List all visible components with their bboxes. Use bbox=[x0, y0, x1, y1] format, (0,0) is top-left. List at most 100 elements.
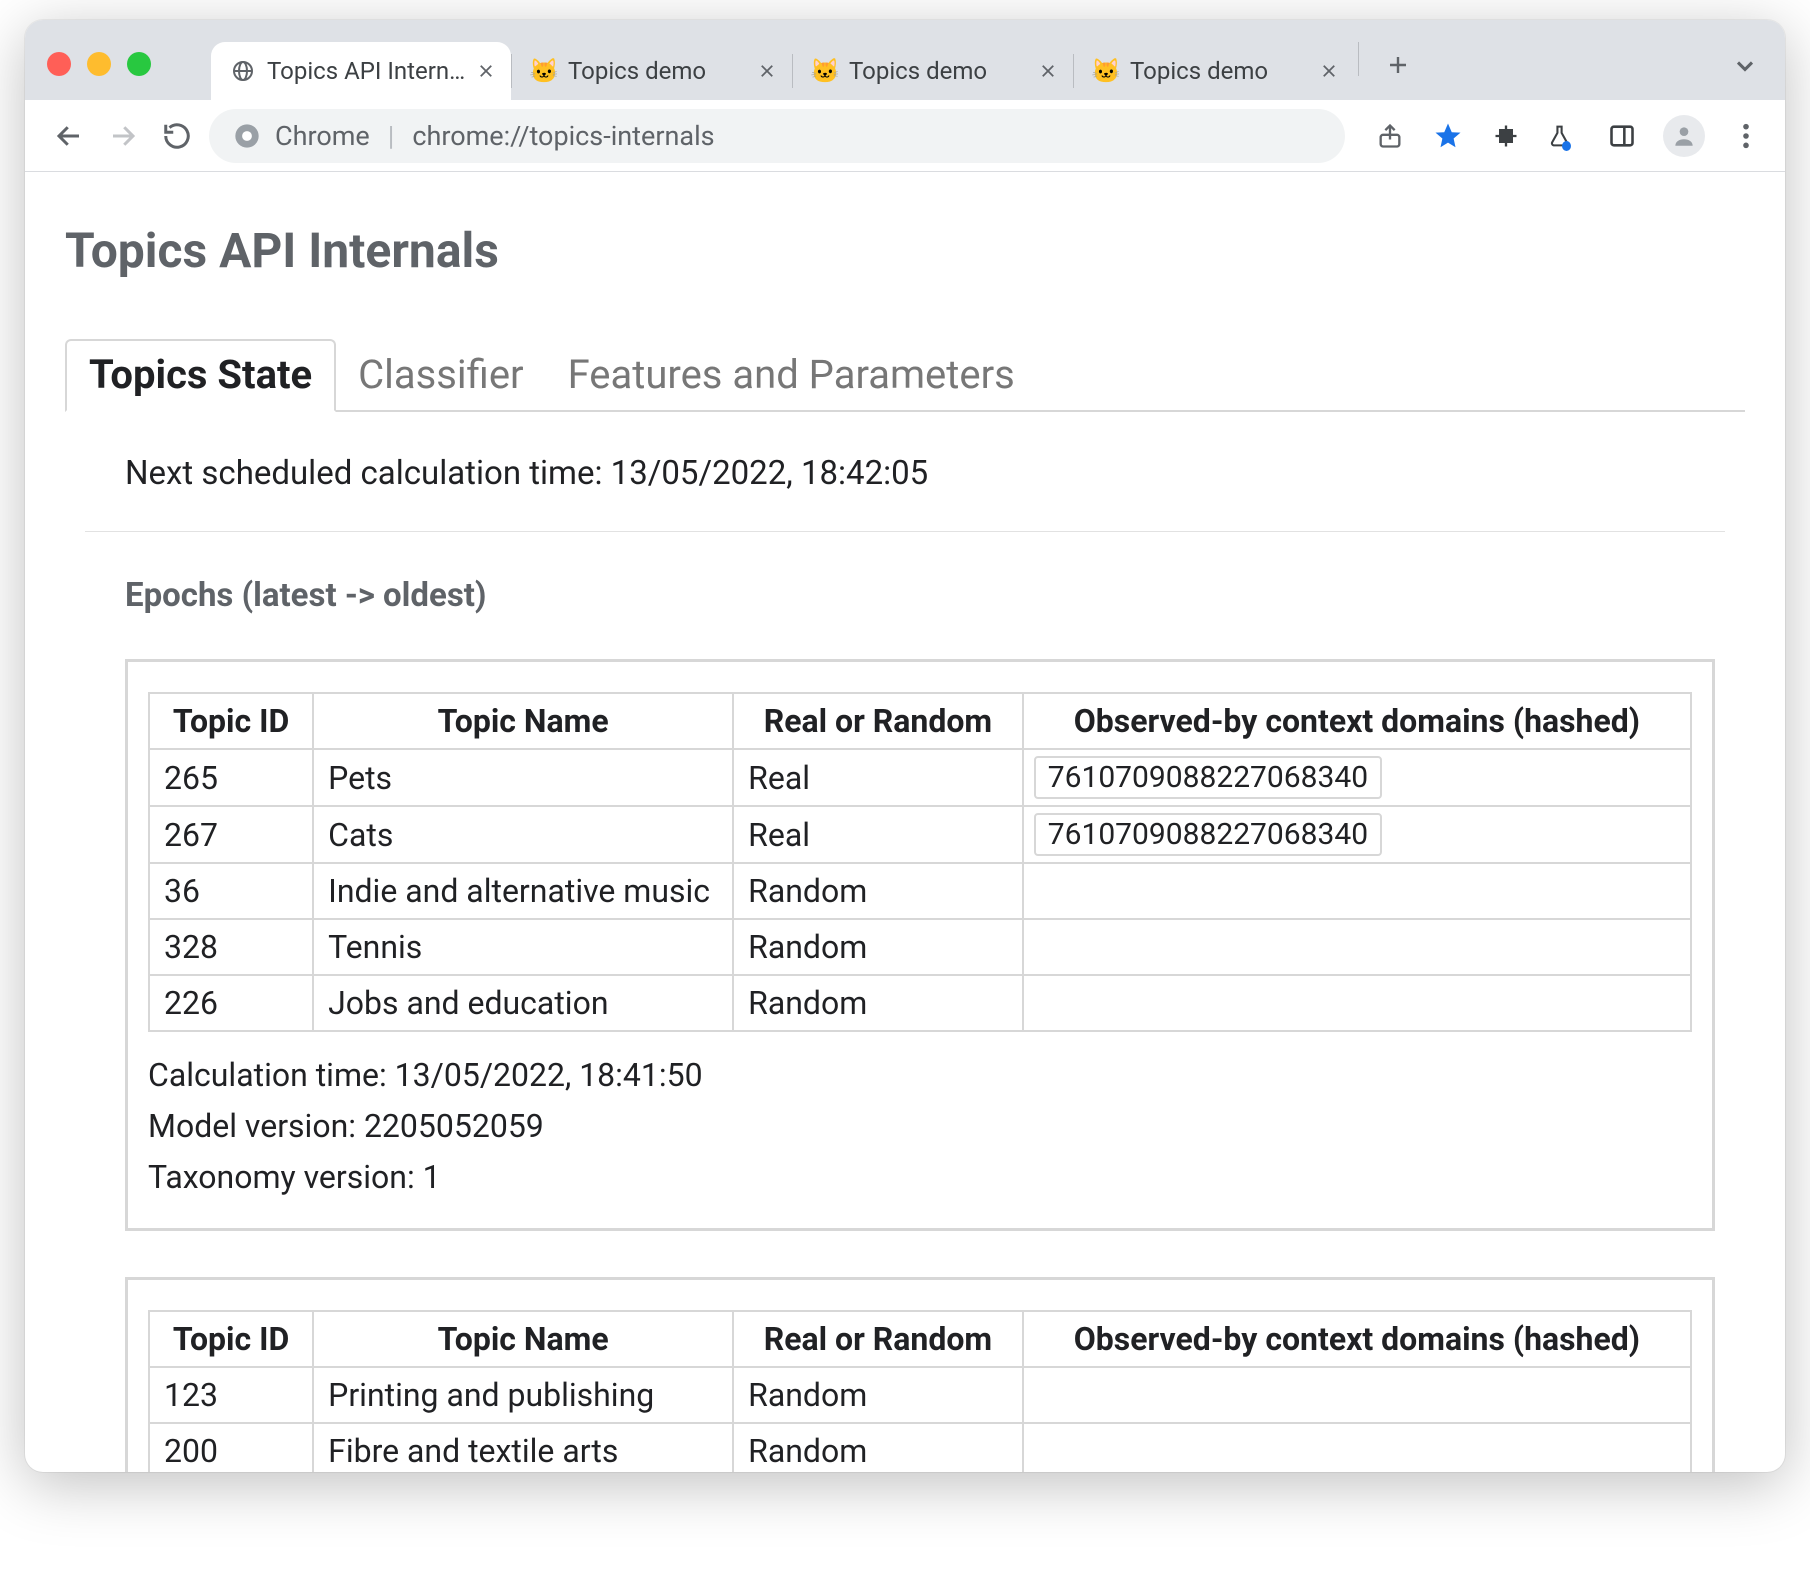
cell-real-or-random: Random bbox=[733, 1423, 1023, 1472]
tab-close-button[interactable] bbox=[1039, 62, 1057, 80]
browser-tab-title: Topics demo bbox=[849, 57, 987, 85]
extensions-button[interactable] bbox=[1489, 119, 1523, 153]
arrow-left-icon bbox=[54, 121, 84, 151]
bookmark-button[interactable] bbox=[1431, 119, 1465, 153]
omnibox-scheme-label: Chrome bbox=[275, 120, 370, 152]
close-icon bbox=[1320, 62, 1338, 80]
close-icon bbox=[477, 62, 495, 80]
person-icon bbox=[1671, 123, 1697, 149]
labs-button[interactable] bbox=[1547, 119, 1581, 153]
tab-close-button[interactable] bbox=[758, 62, 776, 80]
cell-observed-hash bbox=[1023, 919, 1691, 975]
cell-observed-hash bbox=[1023, 1367, 1691, 1423]
table-header: Topic ID bbox=[149, 693, 313, 749]
close-icon bbox=[1039, 62, 1057, 80]
epoch-meta: Calculation time: 13/05/2022, 18:41:50Mo… bbox=[148, 1050, 1692, 1204]
forward-button[interactable] bbox=[101, 114, 145, 158]
cell-real-or-random: Random bbox=[733, 919, 1023, 975]
cell-topic-id: 123 bbox=[149, 1367, 313, 1423]
table-row: 200Fibre and textile artsRandom bbox=[149, 1423, 1691, 1472]
meta-line: Model version: 2205052059 bbox=[148, 1101, 1692, 1152]
profile-button[interactable] bbox=[1663, 115, 1705, 157]
page-title: Topics API Internals bbox=[65, 222, 1745, 279]
cell-topic-id: 267 bbox=[149, 806, 313, 863]
table-header: Real or Random bbox=[733, 693, 1023, 749]
meta-line: Calculation time: 13/05/2022, 18:41:50 bbox=[148, 1050, 1692, 1101]
table-header: Observed-by context domains (hashed) bbox=[1023, 693, 1691, 749]
table-header: Real or Random bbox=[733, 1311, 1023, 1367]
cell-observed-hash bbox=[1023, 975, 1691, 1031]
cell-real-or-random: Random bbox=[733, 863, 1023, 919]
browser-tab[interactable]: 🐱Topics demo bbox=[1074, 42, 1354, 100]
omnibox-url: chrome://topics-internals bbox=[412, 120, 714, 152]
cell-topic-id: 265 bbox=[149, 749, 313, 806]
plus-icon bbox=[1386, 53, 1410, 77]
cell-observed-hash: 7610709088227068340 bbox=[1023, 749, 1691, 806]
close-icon bbox=[758, 62, 776, 80]
window-minimize-icon[interactable] bbox=[87, 52, 111, 76]
omnibox-divider: | bbox=[384, 120, 399, 152]
content-tabs: Topics StateClassifierFeatures and Param… bbox=[65, 339, 1745, 412]
toolbar-actions bbox=[1373, 115, 1763, 157]
hash-value: 7610709088227068340 bbox=[1034, 813, 1382, 856]
tab-close-button[interactable] bbox=[1320, 62, 1338, 80]
next-calc-time: Next scheduled calculation time: 13/05/2… bbox=[125, 454, 1725, 493]
cell-real-or-random: Real bbox=[733, 806, 1023, 863]
cell-topic-name: Jobs and education bbox=[313, 975, 733, 1031]
table-row: 123Printing and publishingRandom bbox=[149, 1367, 1691, 1423]
cat-favicon-icon: 🐱 bbox=[1092, 57, 1120, 85]
browser-tab-title: Topics demo bbox=[568, 57, 706, 85]
cell-topic-name: Pets bbox=[313, 749, 733, 806]
cell-topic-name: Fibre and textile arts bbox=[313, 1423, 733, 1472]
table-row: 328TennisRandom bbox=[149, 919, 1691, 975]
menu-button[interactable] bbox=[1729, 119, 1763, 153]
new-tab-button[interactable] bbox=[1377, 44, 1419, 86]
toolbar: Chrome | chrome://topics-internals bbox=[25, 100, 1785, 172]
table-header: Topic ID bbox=[149, 1311, 313, 1367]
browser-tab[interactable]: Topics API Internals bbox=[211, 42, 511, 100]
omnibox[interactable]: Chrome | chrome://topics-internals bbox=[209, 109, 1345, 163]
content-tab[interactable]: Features and Parameters bbox=[546, 341, 1037, 410]
cell-topic-id: 226 bbox=[149, 975, 313, 1031]
reload-icon bbox=[162, 121, 192, 151]
table-header: Topic Name bbox=[313, 693, 733, 749]
cell-real-or-random: Real bbox=[733, 749, 1023, 806]
content-tab[interactable]: Topics State bbox=[65, 339, 336, 412]
back-button[interactable] bbox=[47, 114, 91, 158]
arrow-right-icon bbox=[108, 121, 138, 151]
chrome-logo-icon bbox=[233, 122, 261, 150]
cat-favicon-icon: 🐱 bbox=[530, 57, 558, 85]
panel-icon bbox=[1608, 122, 1636, 150]
share-button[interactable] bbox=[1373, 119, 1407, 153]
cell-topic-name: Printing and publishing bbox=[313, 1367, 733, 1423]
cell-topic-name: Indie and alternative music bbox=[313, 863, 733, 919]
reload-button[interactable] bbox=[155, 114, 199, 158]
cell-topic-id: 36 bbox=[149, 863, 313, 919]
topics-table: Topic IDTopic NameReal or RandomObserved… bbox=[148, 692, 1692, 1032]
browser-window: Topics API Internals 🐱 Topics demo 🐱 Topics … bbox=[25, 20, 1785, 1472]
epoch-box: Topic IDTopic NameReal or RandomObserved… bbox=[125, 659, 1715, 1231]
cat-favicon-icon: 🐱 bbox=[811, 57, 839, 85]
cell-observed-hash bbox=[1023, 1423, 1691, 1472]
browser-tab[interactable]: 🐱 Topics demo bbox=[793, 42, 1073, 100]
window-zoom-icon[interactable] bbox=[127, 52, 151, 76]
cell-observed-hash: 7610709088227068340 bbox=[1023, 806, 1691, 863]
chevron-down-icon bbox=[1731, 52, 1759, 80]
meta-line: Taxonomy version: 1 bbox=[148, 1152, 1692, 1203]
cell-observed-hash bbox=[1023, 863, 1691, 919]
globe-favicon-icon bbox=[229, 57, 257, 85]
window-close-icon[interactable] bbox=[47, 52, 71, 76]
table-row: 226Jobs and educationRandom bbox=[149, 975, 1691, 1031]
content-tab[interactable]: Classifier bbox=[336, 341, 545, 410]
divider bbox=[85, 531, 1725, 532]
tab-overflow-button[interactable] bbox=[1731, 52, 1759, 80]
side-panel-button[interactable] bbox=[1605, 119, 1639, 153]
browser-tab[interactable]: 🐱 Topics demo bbox=[512, 42, 792, 100]
tab-close-button[interactable] bbox=[477, 62, 495, 80]
topics-table: Topic IDTopic NameReal or RandomObserved… bbox=[148, 1310, 1692, 1472]
tab-strip: Topics API Internals 🐱 Topics demo 🐱 Topics … bbox=[25, 20, 1785, 100]
tab-separator bbox=[1358, 42, 1359, 76]
page-content: Topics API Internals Topics StateClassif… bbox=[25, 172, 1785, 1472]
puzzle-icon bbox=[1492, 122, 1520, 150]
table-row: 265PetsReal7610709088227068340 bbox=[149, 749, 1691, 806]
